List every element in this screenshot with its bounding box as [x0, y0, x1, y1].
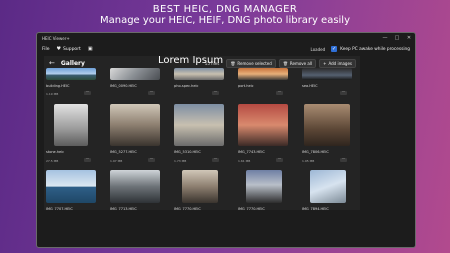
add-images-label: Add images: [328, 60, 352, 66]
remove-selected-button[interactable]: 🗑 Remove selected: [226, 58, 276, 68]
file-name: pho-spec.heic: [174, 84, 199, 88]
file-name: IMG_7743.HEIC: [238, 150, 265, 154]
file-name: IMG_7770.HEIC: [174, 207, 201, 210]
thumbnail[interactable]: [54, 104, 88, 146]
gallery-item[interactable]: IMG_7894.HEIC···: [302, 170, 358, 210]
file-name: IMG_0090.HEIC: [110, 84, 137, 88]
file-name: port.heic: [238, 84, 254, 88]
loaded-status: Loaded: [310, 46, 326, 52]
close-icon[interactable]: ✕: [403, 35, 415, 41]
gallery-item[interactable]: IMG_0090.HEIC ···: [110, 68, 166, 95]
file-size: 1.97 MB: [110, 159, 123, 163]
file-size: 1.19 MB: [46, 92, 59, 96]
keep-awake-checkbox[interactable]: ✓: [331, 46, 338, 52]
gallery-item[interactable]: IMG_7806.HEIC 1.95 MB ···: [302, 104, 358, 163]
gallery-item[interactable]: IMG_7707.HEIC···: [46, 170, 102, 210]
file-name: IMG_5277.HEIC: [110, 150, 137, 154]
gallery-item[interactable]: stone.heic 27.5 MB ···: [46, 104, 102, 163]
thumbnail[interactable]: [110, 170, 160, 203]
minimize-icon[interactable]: —: [379, 35, 391, 41]
gallery-title: Gallery: [60, 59, 85, 67]
gallery-row-1: building.HEIC 1.19 MB ··· IMG_0090.HEIC ··· p…: [44, 68, 360, 96]
thumbnail[interactable]: [110, 104, 160, 146]
file-size: 1.73 MB: [174, 159, 187, 163]
menu-bar: File ♥ Support ▣ Loaded ✓ Keep PC awake w…: [37, 43, 415, 55]
menu-support[interactable]: ♥ Support: [57, 46, 81, 52]
file-name: IMG_7894.HEIC: [302, 207, 329, 210]
more-options-icon[interactable]: ···: [148, 157, 155, 162]
overlay-text: Lorem Ipsum: [158, 56, 224, 66]
menu-extra[interactable]: ▣: [88, 46, 95, 52]
plus-icon: +: [323, 60, 327, 66]
more-options-icon[interactable]: ···: [340, 157, 347, 162]
gallery-item[interactable]: IMG_7713.HEIC···: [110, 170, 166, 210]
maximize-icon[interactable]: □: [391, 35, 403, 41]
more-options-icon[interactable]: ···: [84, 90, 91, 95]
remove-all-label: Remove all: [289, 60, 313, 66]
keep-awake-label: Keep PC awake while processing: [340, 46, 410, 52]
thumbnail[interactable]: [238, 104, 288, 146]
file-size: 1.95 MB: [302, 159, 315, 163]
heart-icon: ♥: [56, 46, 62, 52]
back-arrow-icon[interactable]: ←: [49, 59, 55, 67]
promo-line-2: Manage your HEIC, HEIF, DNG photo librar…: [99, 15, 351, 26]
add-images-button[interactable]: + Add images: [319, 58, 356, 68]
file-name: IMG_7806.HEIC: [302, 150, 329, 154]
menu-file-label: File: [42, 46, 50, 52]
gallery-item[interactable]: IMG_5277.HEIC 1.97 MB ···: [110, 104, 166, 163]
more-options-icon[interactable]: ···: [84, 157, 91, 162]
file-size: 27.5 MB: [46, 159, 59, 163]
gallery-row-2: stone.heic 27.5 MB ··· IMG_5277.HEIC 1.97 MB…: [44, 104, 360, 163]
more-options-icon[interactable]: ···: [276, 90, 283, 95]
file-name: IMG_7770.HEIC: [238, 207, 265, 210]
gallery-item[interactable]: IMG_5310.HEIC 1.73 MB ···: [174, 104, 230, 163]
trash-icon: 🗑: [282, 60, 288, 66]
remove-all-button[interactable]: 🗑 Remove all: [278, 58, 317, 68]
gallery-item[interactable]: port.heic ···: [238, 68, 294, 95]
thumbnail[interactable]: [174, 104, 224, 146]
more-options-icon[interactable]: ···: [212, 90, 219, 95]
more-options-icon[interactable]: ···: [148, 90, 155, 95]
thumbnail[interactable]: [182, 170, 218, 203]
promo-headline: BEST HEIC, DNG MANAGER Manage your HEIC,…: [0, 4, 450, 26]
more-options-icon[interactable]: ···: [212, 157, 219, 162]
file-name: sea.HEIC: [302, 84, 318, 88]
menu-right: Loaded ✓ Keep PC awake while processing: [311, 46, 410, 52]
file-size: 1.61 MB: [238, 159, 251, 163]
file-name: IMG_7713.HEIC: [110, 207, 137, 210]
promo-line-1: BEST HEIC, DNG MANAGER: [152, 4, 298, 15]
thumbnail[interactable]: [246, 170, 282, 203]
camera-icon: ▣: [87, 46, 93, 52]
menu-file[interactable]: File: [42, 47, 50, 52]
file-name: IMG_5310.HEIC: [174, 150, 201, 154]
trash-icon: 🗑: [230, 60, 236, 66]
gallery-item[interactable]: pho-spec.heic ···: [174, 68, 230, 95]
gallery-row-3: IMG_7707.HEIC···IMG_7713.HEIC···IMG_7770…: [44, 170, 360, 210]
file-name: stone.heic: [46, 150, 65, 154]
window-title: HEIC Viewer+: [42, 35, 70, 41]
gallery-item[interactable]: IMG_7770.HEIC···: [238, 170, 294, 210]
file-name: IMG_7707.HEIC: [46, 207, 73, 210]
gallery-actions: 15 files 🗑 Remove selected 🗑 Remove all + A…: [205, 58, 356, 68]
gallery-item[interactable]: sea.HEIC ···: [302, 68, 358, 95]
thumbnail[interactable]: [310, 170, 346, 203]
thumbnail[interactable]: [46, 170, 96, 203]
thumbnail[interactable]: [304, 104, 350, 146]
more-options-icon[interactable]: ···: [340, 90, 347, 95]
remove-selected-label: Remove selected: [237, 60, 272, 66]
gallery-item[interactable]: IMG_7743.HEIC 1.61 MB ···: [238, 104, 294, 163]
file-name: building.HEIC: [46, 84, 70, 88]
gallery-panel: building.HEIC 1.19 MB ··· IMG_0090.HEIC ··· p…: [44, 56, 360, 210]
more-options-icon[interactable]: ···: [276, 157, 283, 162]
gallery-item[interactable]: building.HEIC 1.19 MB ···: [46, 68, 102, 96]
menu-support-label: Support: [63, 46, 81, 52]
gallery-item[interactable]: IMG_7770.HEIC···: [174, 170, 230, 210]
title-bar: HEIC Viewer+ — □ ✕: [37, 33, 415, 43]
window-controls: — □ ✕: [379, 35, 415, 41]
